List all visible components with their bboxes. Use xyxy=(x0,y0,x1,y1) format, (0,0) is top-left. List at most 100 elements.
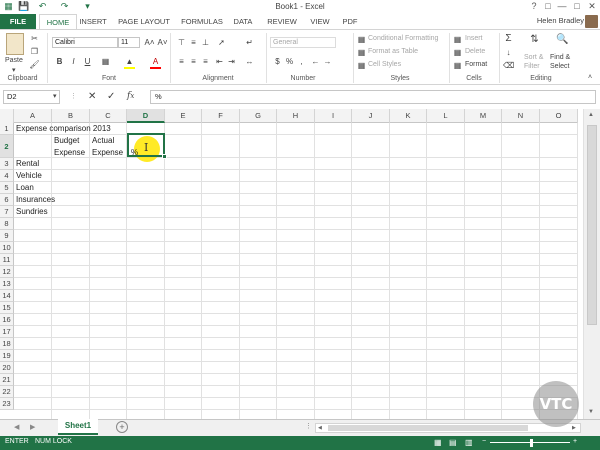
merge-center-icon[interactable]: ↔ xyxy=(244,56,255,67)
scroll-left-icon[interactable]: ◀ xyxy=(318,425,322,431)
column-header-c[interactable]: C xyxy=(90,109,127,123)
wrap-text-icon[interactable]: ↵ xyxy=(244,37,255,48)
comma-style-icon[interactable]: , xyxy=(296,56,307,67)
column-header-f[interactable]: F xyxy=(202,109,240,123)
format-button[interactable]: Format xyxy=(465,61,487,68)
column-header-i[interactable]: I xyxy=(315,109,352,123)
close-icon[interactable]: ✕ xyxy=(585,0,599,13)
page-layout-view-icon[interactable]: ▤ xyxy=(449,438,457,447)
new-sheet-icon[interactable]: + xyxy=(116,421,128,433)
column-header-k[interactable]: K xyxy=(390,109,427,123)
normal-view-icon[interactable]: ▦ xyxy=(434,438,442,447)
cell-b2-line2[interactable]: Expense xyxy=(52,148,85,157)
align-right-icon[interactable]: ≡ xyxy=(200,56,211,67)
align-top-icon[interactable]: ⊤ xyxy=(176,37,187,48)
underline-icon[interactable]: U xyxy=(82,56,93,67)
column-header-b[interactable]: B xyxy=(52,109,90,123)
font-size-combo[interactable]: 11 xyxy=(118,37,140,48)
filter-label[interactable]: Filter xyxy=(524,63,540,70)
tab-review[interactable]: REVIEW xyxy=(262,14,302,29)
collapse-ribbon-icon[interactable]: ˄ xyxy=(588,74,592,81)
tab-insert[interactable]: INSERT xyxy=(77,14,109,29)
cell-a5[interactable]: Loan xyxy=(14,183,34,192)
align-bottom-icon[interactable]: ⊥ xyxy=(200,37,211,48)
cell-a4[interactable]: Vehicle xyxy=(14,171,42,180)
tab-home[interactable]: HOME xyxy=(39,14,77,29)
column-header-h[interactable]: H xyxy=(277,109,315,123)
cell-a1[interactable]: Expense comparison 2013 xyxy=(14,124,111,133)
zoom-in-icon[interactable]: + xyxy=(573,438,577,445)
cancel-entry-icon[interactable]: ✕ xyxy=(88,91,96,102)
select-all-corner[interactable] xyxy=(0,109,14,123)
fill-icon[interactable]: ↓ xyxy=(503,47,514,58)
split-grip-icon[interactable]: ⋮ xyxy=(305,422,312,430)
cell-d2-editing[interactable]: % xyxy=(129,148,138,157)
orientation-icon[interactable]: ➚ xyxy=(216,37,227,48)
cell-a7[interactable]: Sundries xyxy=(14,207,48,216)
increase-indent-icon[interactable]: ⇥ xyxy=(226,56,237,67)
scroll-right-icon[interactable]: ▶ xyxy=(572,425,576,431)
find-binoculars-icon[interactable]: 🔍 xyxy=(556,34,568,45)
paste-icon[interactable] xyxy=(6,33,24,55)
horizontal-scroll-thumb[interactable] xyxy=(328,425,528,431)
fill-color-icon[interactable]: ▲ xyxy=(124,56,135,67)
name-box[interactable]: D2 xyxy=(3,90,60,104)
minimize-icon[interactable]: — xyxy=(555,0,569,13)
formula-input[interactable]: % xyxy=(150,90,596,104)
column-header-o[interactable]: O xyxy=(540,109,578,123)
format-table-icon[interactable]: ▦ xyxy=(356,47,367,58)
tab-formulas[interactable]: FORMULAS xyxy=(180,14,224,29)
decrease-indent-icon[interactable]: ⇤ xyxy=(214,56,225,67)
user-name[interactable]: Helen Bradley xyxy=(537,16,584,25)
row-header-8[interactable]: 8 xyxy=(0,218,14,230)
cut-icon[interactable]: ✂ xyxy=(29,33,40,44)
ribbon-options-icon[interactable]: □ xyxy=(541,0,555,13)
row-header-14[interactable]: 14 xyxy=(0,290,14,302)
autosum-icon[interactable]: Σ xyxy=(503,33,514,44)
cell-a6[interactable]: Insurances xyxy=(14,195,55,204)
font-color-icon[interactable]: A xyxy=(150,56,161,67)
align-center-icon[interactable]: ≡ xyxy=(188,56,199,67)
sort-filter-icon[interactable]: ⇅ xyxy=(529,34,540,45)
enter-entry-icon[interactable]: ✓ xyxy=(107,91,115,102)
row-header-19[interactable]: 19 xyxy=(0,350,14,362)
number-format-combo[interactable]: General xyxy=(270,37,336,48)
column-header-l[interactable]: L xyxy=(427,109,465,123)
row-header-17[interactable]: 17 xyxy=(0,326,14,338)
name-box-dropdown-icon[interactable]: ▾ xyxy=(53,92,57,100)
scroll-thumb[interactable] xyxy=(587,125,597,325)
sheet-tab-sheet1[interactable]: Sheet1 xyxy=(58,419,98,435)
delete-icon[interactable]: ▦ xyxy=(452,47,463,58)
currency-icon[interactable]: $ xyxy=(272,56,283,67)
italic-icon[interactable]: I xyxy=(68,56,79,67)
format-as-table-button[interactable]: Format as Table xyxy=(368,48,418,55)
cell-styles-button[interactable]: Cell Styles xyxy=(368,61,401,68)
row-header-23[interactable]: 23 xyxy=(0,398,14,410)
increase-decimal-icon[interactable]: ← xyxy=(310,56,321,67)
cell-b2-line1[interactable]: Budget xyxy=(52,136,79,145)
borders-icon[interactable]: ▦ xyxy=(100,56,111,67)
avatar[interactable] xyxy=(585,15,598,28)
maximize-icon[interactable]: □ xyxy=(570,0,584,13)
tab-view[interactable]: VIEW xyxy=(306,14,334,29)
row-header-12[interactable]: 12 xyxy=(0,266,14,278)
find-label[interactable]: Find & xyxy=(550,54,570,61)
select-label[interactable]: Select xyxy=(550,63,569,70)
cell-c2-line2[interactable]: Expense xyxy=(90,148,123,157)
row-header-1[interactable]: 1 xyxy=(0,123,14,135)
column-header-e[interactable]: E xyxy=(165,109,202,123)
cell-a3[interactable]: Rental xyxy=(14,159,39,168)
insert-button[interactable]: Insert xyxy=(465,35,483,42)
row-header-22[interactable]: 22 xyxy=(0,386,14,398)
row-header-6[interactable]: 6 xyxy=(0,194,14,206)
column-header-m[interactable]: M xyxy=(465,109,502,123)
decrease-decimal-icon[interactable]: → xyxy=(322,56,333,67)
worksheet-grid[interactable] xyxy=(0,123,578,419)
align-middle-icon[interactable]: ≡ xyxy=(188,37,199,48)
row-header-7[interactable]: 7 xyxy=(0,206,14,218)
tab-file[interactable]: FILE xyxy=(0,14,36,29)
increase-font-icon[interactable]: A˄ xyxy=(144,37,155,48)
vertical-scrollbar[interactable]: ▲ ▼ xyxy=(583,109,600,419)
column-header-a[interactable]: A xyxy=(14,109,52,123)
column-header-n[interactable]: N xyxy=(502,109,540,123)
